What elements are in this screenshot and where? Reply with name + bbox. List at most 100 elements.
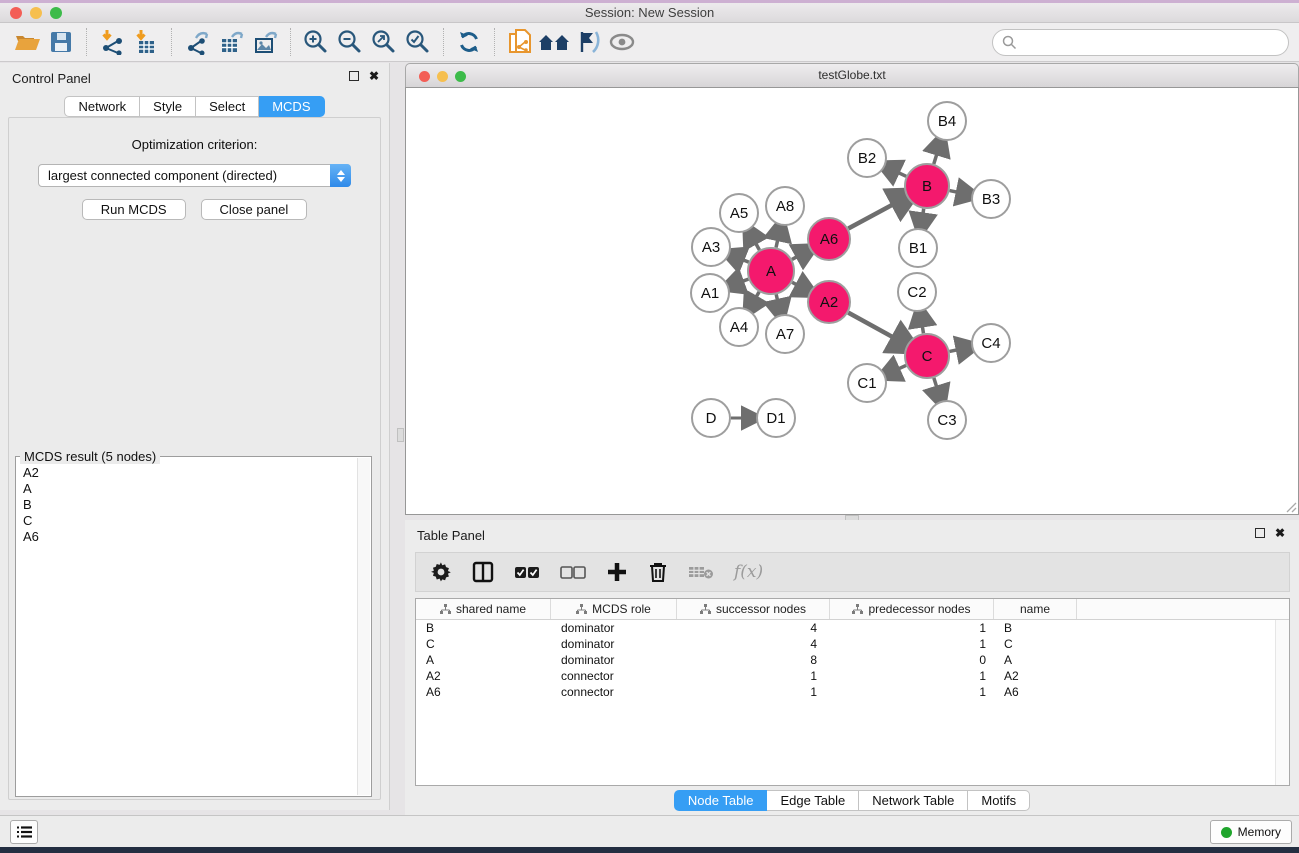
cell-successor-nodes[interactable]: 8 <box>677 653 830 667</box>
add-column-button[interactable] <box>606 561 628 583</box>
search-input[interactable] <box>1022 35 1279 50</box>
cell-shared-name[interactable]: A <box>416 653 551 667</box>
tab-mcds[interactable]: MCDS <box>259 96 324 117</box>
float-panel-icon[interactable] <box>1255 528 1265 538</box>
import-table-button[interactable] <box>129 26 163 58</box>
network-node-A6[interactable]: A6 <box>808 218 850 260</box>
cell-successor-nodes[interactable]: 1 <box>677 669 830 683</box>
cell-shared-name[interactable]: B <box>416 621 551 635</box>
network-node-A8[interactable]: A8 <box>766 187 804 225</box>
cell-predecessor-nodes[interactable]: 1 <box>830 637 994 651</box>
network-edge-B-B3[interactable] <box>950 191 962 193</box>
cell-predecessor-nodes[interactable]: 0 <box>830 653 994 667</box>
table-row[interactable]: A2 connector 1 1 A2 <box>416 668 1289 684</box>
cell-successor-nodes[interactable]: 4 <box>677 621 830 635</box>
tab-style[interactable]: Style <box>140 96 196 117</box>
zoom-window-button[interactable] <box>50 7 62 19</box>
list-item[interactable]: A <box>23 481 356 497</box>
table-row[interactable]: C dominator 4 1 C <box>416 636 1289 652</box>
network-edge-A6-B[interactable] <box>848 202 898 229</box>
cell-name[interactable]: B <box>994 621 1077 635</box>
resize-grip-icon[interactable] <box>1286 502 1297 513</box>
minimize-window-button[interactable] <box>30 7 42 19</box>
network-node-D[interactable]: D <box>692 399 730 437</box>
list-item[interactable]: A6 <box>23 529 356 545</box>
network-node-B[interactable]: B <box>905 164 949 208</box>
cell-name[interactable]: A6 <box>994 685 1077 699</box>
mcds-result-list[interactable]: A2 A B C A6 <box>17 461 356 795</box>
select-all-columns-button[interactable] <box>514 566 540 579</box>
cell-mcds-role[interactable]: dominator <box>551 653 677 667</box>
tab-select[interactable]: Select <box>196 96 259 117</box>
cell-name[interactable]: A2 <box>994 669 1077 683</box>
network-edge-A2-C[interactable] <box>848 313 898 340</box>
network-node-C4[interactable]: C4 <box>972 324 1010 362</box>
network-node-C2[interactable]: C2 <box>898 273 936 311</box>
cell-shared-name[interactable]: A2 <box>416 669 551 683</box>
network-edge-C-C3[interactable] <box>934 378 938 391</box>
cell-predecessor-nodes[interactable]: 1 <box>830 669 994 683</box>
delete-column-button[interactable] <box>648 561 668 583</box>
task-history-button[interactable] <box>10 820 38 844</box>
table-row[interactable]: B dominator 4 1 B <box>416 620 1289 636</box>
network-canvas[interactable]: B4B2BB3A5A8A6B1A3AA1C2A2A4A7C4CC1C3DD1 <box>405 87 1299 515</box>
network-edge-C-C2[interactable] <box>922 322 924 334</box>
close-panel-icon[interactable]: ✖ <box>369 71 379 81</box>
cell-predecessor-nodes[interactable]: 1 <box>830 685 994 699</box>
cell-mcds-role[interactable]: dominator <box>551 637 677 651</box>
cell-shared-name[interactable]: A6 <box>416 685 551 699</box>
network-edge-A-A4[interactable] <box>754 292 759 301</box>
network-edge-A-A2[interactable] <box>792 282 801 287</box>
cell-mcds-role[interactable]: connector <box>551 685 677 699</box>
memory-button[interactable]: Memory <box>1210 820 1292 844</box>
network-edge-A-A1[interactable] <box>738 279 748 283</box>
export-network-button[interactable] <box>180 26 214 58</box>
network-node-B3[interactable]: B3 <box>972 180 1010 218</box>
close-network-button[interactable] <box>419 71 430 82</box>
birds-eye-view-button[interactable] <box>605 26 639 58</box>
column-header-mcds-role[interactable]: MCDS role <box>551 599 677 619</box>
float-panel-icon[interactable] <box>349 71 359 81</box>
table-row[interactable]: A6 connector 1 1 A6 <box>416 684 1289 700</box>
deselect-all-columns-button[interactable] <box>560 566 586 579</box>
network-edge-C-C4[interactable] <box>950 349 962 351</box>
show-columns-button[interactable] <box>472 561 494 583</box>
tab-network[interactable]: Network <box>64 96 140 117</box>
run-mcds-button[interactable]: Run MCDS <box>82 199 186 220</box>
network-edge-B-B4[interactable] <box>934 150 938 164</box>
splitter-handle-vertical[interactable] <box>397 428 404 442</box>
tab-node-table[interactable]: Node Table <box>674 790 768 811</box>
export-table-button[interactable] <box>214 26 248 58</box>
list-item[interactable]: C <box>23 513 356 529</box>
cell-mcds-role[interactable]: connector <box>551 669 677 683</box>
hide-graphics-details-button[interactable] <box>571 26 605 58</box>
minimize-network-button[interactable] <box>437 71 448 82</box>
network-node-B2[interactable]: B2 <box>848 139 886 177</box>
home-button[interactable] <box>537 26 571 58</box>
zoom-out-button[interactable] <box>333 26 367 58</box>
column-header-name[interactable]: name <box>994 599 1077 619</box>
zoom-network-button[interactable] <box>455 71 466 82</box>
list-item[interactable]: B <box>23 497 356 513</box>
network-edge-B-B2[interactable] <box>894 171 906 177</box>
refresh-button[interactable] <box>452 26 486 58</box>
network-node-A[interactable]: A <box>748 248 794 294</box>
cell-shared-name[interactable]: C <box>416 637 551 651</box>
table-scrollbar[interactable] <box>1275 620 1289 785</box>
zoom-in-button[interactable] <box>299 26 333 58</box>
network-node-B1[interactable]: B1 <box>899 229 937 267</box>
zoom-selected-button[interactable] <box>401 26 435 58</box>
import-network-button[interactable] <box>95 26 129 58</box>
network-node-A3[interactable]: A3 <box>692 228 730 266</box>
tab-network-table[interactable]: Network Table <box>859 790 968 811</box>
network-node-C1[interactable]: C1 <box>848 364 886 402</box>
network-window-titlebar[interactable]: testGlobe.txt <box>405 63 1299 87</box>
column-header-shared-name[interactable]: shared name <box>416 599 551 619</box>
cell-predecessor-nodes[interactable]: 1 <box>830 621 994 635</box>
table-settings-button[interactable] <box>430 561 452 583</box>
network-node-A1[interactable]: A1 <box>691 274 729 312</box>
cell-name[interactable]: C <box>994 637 1077 651</box>
network-edge-B-B1[interactable] <box>922 209 923 219</box>
zoom-fit-button[interactable] <box>367 26 401 58</box>
function-builder-button[interactable]: f(x) <box>734 562 763 582</box>
